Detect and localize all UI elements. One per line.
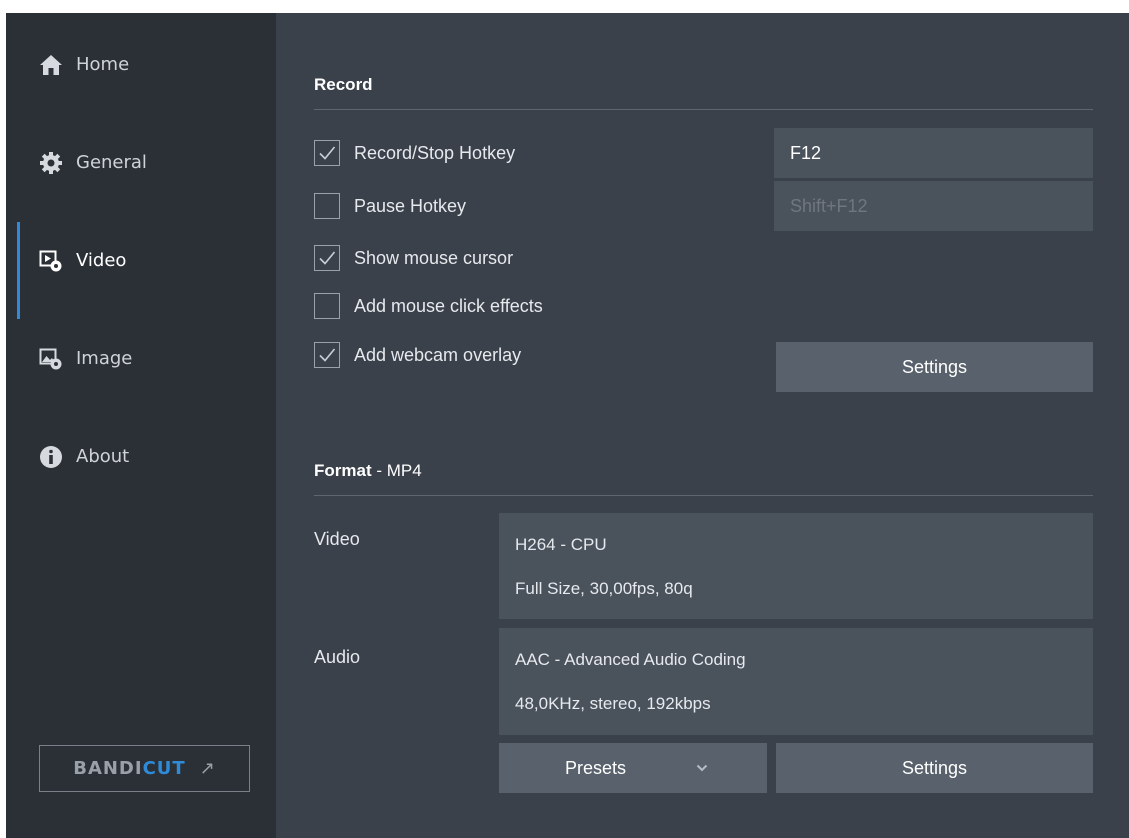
sidebar-item-home[interactable]: Home	[7, 13, 276, 111]
checkbox-checked[interactable]	[314, 342, 340, 368]
info-icon	[39, 445, 63, 469]
external-link-icon: ↗	[199, 758, 216, 779]
sidebar-item-about[interactable]: About	[7, 405, 276, 503]
video-codec: H264 - CPU	[515, 535, 607, 554]
checkbox-label: Record/Stop Hotkey	[354, 142, 516, 163]
sidebar-item-label: Video	[76, 250, 127, 271]
audio-codec: AAC - Advanced Audio Coding	[515, 650, 746, 669]
format-settings-button[interactable]: Settings	[776, 743, 1093, 793]
format-subtitle: - MP4	[371, 461, 422, 480]
audio-details: 48,0KHz, stereo, 192kbps	[515, 694, 711, 713]
checkbox-label: Add webcam overlay	[354, 344, 522, 365]
sidebar-item-general[interactable]: General	[7, 111, 276, 209]
chevron-down-icon	[696, 761, 708, 775]
video-format-label: Video	[314, 529, 360, 549]
sidebar-item-label: Image	[76, 348, 133, 369]
sidebar-item-label: About	[76, 446, 130, 467]
format-section-title: Format - MP4	[314, 461, 422, 480]
webcam-overlay-checkbox[interactable]: Add webcam overlay	[314, 341, 521, 369]
sidebar-item-video[interactable]: Video	[7, 209, 276, 319]
video-settings-icon	[39, 249, 63, 273]
mouse-click-effects-checkbox[interactable]: Add mouse click effects	[314, 292, 543, 320]
format-divider	[314, 495, 1093, 496]
checkbox-unchecked[interactable]	[314, 193, 340, 219]
show-mouse-cursor-checkbox[interactable]: Show mouse cursor	[314, 244, 513, 272]
checkbox-checked[interactable]	[314, 245, 340, 271]
video-format-box[interactable]: H264 - CPU Full Size, 30,00fps, 80q	[499, 513, 1093, 619]
presets-dropdown-button[interactable]: Presets	[499, 743, 767, 793]
checkbox-label: Add mouse click effects	[354, 295, 543, 316]
bandicut-logo-part2: CUT	[142, 758, 186, 779]
record-stop-hotkey-checkbox[interactable]: Record/Stop Hotkey	[314, 139, 515, 167]
record-divider	[314, 109, 1093, 110]
app-window: Home General Video Image About BANDI CUT…	[6, 13, 1129, 838]
checkbox-checked[interactable]	[314, 140, 340, 166]
audio-format-label: Audio	[314, 647, 361, 667]
image-settings-icon	[39, 347, 63, 371]
video-details: Full Size, 30,00fps, 80q	[515, 579, 693, 598]
gear-icon	[39, 151, 63, 175]
pause-hotkey-checkbox[interactable]: Pause Hotkey	[314, 192, 466, 220]
audio-format-box[interactable]: AAC - Advanced Audio Coding 48,0KHz, ste…	[499, 628, 1093, 735]
sidebar-item-label: Home	[76, 54, 130, 75]
checkbox-unchecked[interactable]	[314, 293, 340, 319]
record-hotkey-field[interactable]: F12	[774, 128, 1093, 178]
sidebar-item-image[interactable]: Image	[7, 307, 276, 405]
sidebar-item-label: General	[76, 152, 147, 173]
checkbox-label: Pause Hotkey	[354, 195, 467, 216]
sidebar: Home General Video Image About BANDI CUT…	[7, 13, 276, 838]
bandicut-link-button[interactable]: BANDI CUT ↗	[39, 745, 250, 792]
presets-label: Presets	[565, 757, 627, 778]
bandicut-logo-part1: BANDI	[73, 758, 143, 779]
home-icon	[39, 53, 63, 77]
checkbox-label: Show mouse cursor	[354, 247, 514, 268]
pause-hotkey-field[interactable]: Shift+F12	[774, 181, 1093, 231]
webcam-settings-button[interactable]: Settings	[776, 342, 1093, 392]
record-section-title: Record	[314, 75, 373, 94]
